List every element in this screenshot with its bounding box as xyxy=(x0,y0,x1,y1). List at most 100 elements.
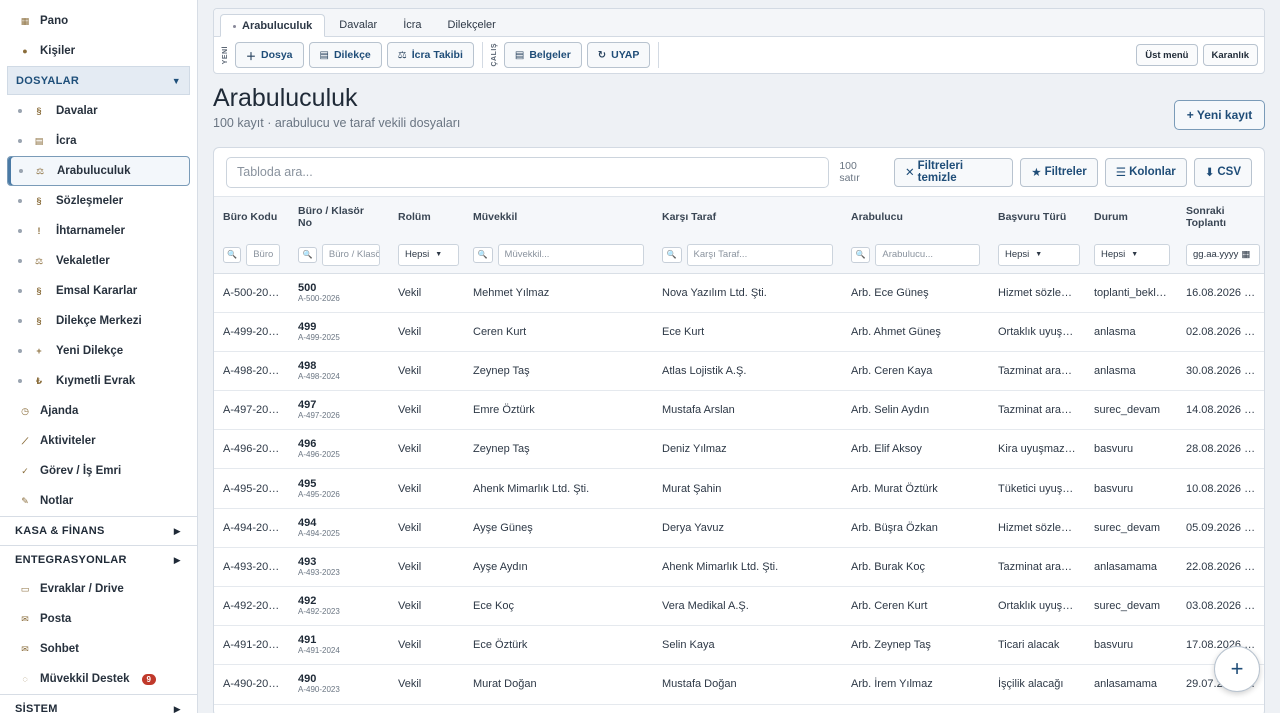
table-row[interactable]: A-491-2024 491 A-491-2024 Vekil Ece Öztürk Se… xyxy=(214,625,1264,666)
column-header[interactable]: Durum xyxy=(1085,197,1177,237)
buro-code-cell: A-492-2023 xyxy=(214,586,289,627)
download-icon: ⬇ xyxy=(1204,167,1215,179)
filter-role-select[interactable]: Hepsi ▼ xyxy=(398,243,459,266)
filter-status-select[interactable]: Hepsi ▼ xyxy=(1094,243,1170,266)
filter-date-input[interactable]: gg.aa.yyyy ▦ xyxy=(1186,243,1260,266)
sidebar-section-dosyalar[interactable]: DOSYALAR ▼ xyxy=(7,66,190,95)
table-row[interactable]: A-497-2026 497 A-497-2026 Vekil Emre Öztürk M… xyxy=(214,390,1264,431)
new-file-button[interactable]: ＋ Dosya xyxy=(235,42,304,68)
column-header[interactable]: Karşı Taraf xyxy=(653,197,842,237)
opponent-cell: Ahenk Mimarlık Ltd. Şti. xyxy=(653,547,842,588)
folder-no: 490 xyxy=(298,673,317,686)
new-petition-button[interactable]: ▤ Dilekçe xyxy=(308,42,382,68)
filter-cell: Hepsi ▼ xyxy=(1085,237,1177,274)
client-cell: Ayşe Aydın xyxy=(464,547,653,588)
filters-button[interactable]: ★ Filtreler xyxy=(1020,157,1098,187)
search-icon[interactable]: 🔍 xyxy=(298,246,317,263)
sidebar-item-posta[interactable]: ✉ Posta xyxy=(0,604,197,634)
sidebar-item-pano[interactable]: ▦ Pano xyxy=(0,6,197,36)
tab-icra[interactable]: İcra xyxy=(391,14,433,36)
sidebar-item-davalar[interactable]: § Davalar xyxy=(0,96,197,126)
bullet-icon xyxy=(18,289,22,293)
uyap-button[interactable]: ↻ UYAP xyxy=(586,42,651,68)
chevron-down-icon: ▼ xyxy=(171,75,181,86)
table-row[interactable]: A-500-2026 500 A-500-2026 Vekil Mehmet Yılma… xyxy=(214,273,1264,313)
support-icon: ◌ xyxy=(22,674,28,684)
folder-no-cell: 494 A-494-2025 xyxy=(289,508,389,548)
clear-filters-button[interactable]: ✕ Filtreleri temizle xyxy=(894,157,1014,187)
sidebar-item-label: Notlar xyxy=(40,495,74,507)
warning-icon: ! xyxy=(37,226,41,236)
filter-row: 🔍 Büro 🔍 Büro / Klasör Hepsi ▼ 🔍 Müvekkil...… xyxy=(214,237,1264,274)
new-record-button[interactable]: + Yeni kayıt xyxy=(1174,100,1265,130)
next-meeting-cell: 02.08.2026 10:00 xyxy=(1177,312,1264,352)
sidebar-item-arabuluculuk[interactable]: ⚖ Arabuluculuk xyxy=(7,156,190,186)
tab-arabuluculuk[interactable]: Arabuluculuk xyxy=(220,14,326,37)
tab-davalar[interactable]: Davalar xyxy=(327,14,389,36)
table-row[interactable]: A-498-2024 498 A-498-2024 Vekil Zeynep Taş At… xyxy=(214,351,1264,392)
sidebar-section-label: SİSTEM xyxy=(15,703,58,713)
table-row[interactable]: A-492-2023 492 A-492-2023 Vekil Ece Koç Vera … xyxy=(214,586,1264,627)
sidebar-item-notlar[interactable]: ✎ Notlar xyxy=(0,486,197,516)
top-menu-button[interactable]: Üst menü xyxy=(1136,44,1198,66)
sidebar-section-sistem[interactable]: SİSTEM ▶ xyxy=(0,694,197,713)
tab-dilekceler[interactable]: Dilekçeler xyxy=(436,14,508,36)
table-row[interactable]: A-494-2025 494 A-494-2025 Vekil Ayşe Güneş De… xyxy=(214,508,1264,548)
dark-mode-button[interactable]: Karanlık xyxy=(1202,44,1258,66)
filter-klasor-input[interactable]: Büro / Klasör xyxy=(321,243,380,266)
sidebar-item-emsal-kararlar[interactable]: § Emsal Kararlar xyxy=(0,276,197,306)
sidebar-item-dilekçe-merkezi[interactable]: § Dilekçe Merkezi xyxy=(0,306,197,336)
column-header[interactable]: Başvuru Türü xyxy=(989,197,1085,237)
sidebar-item-vekaletler[interactable]: ⚖ Vekaletler xyxy=(0,246,197,276)
client-cell: Emre Öztürk xyxy=(464,390,653,431)
search-icon[interactable]: 🔍 xyxy=(223,246,242,263)
folder-code: A-497-2026 xyxy=(298,411,340,421)
floating-add-button[interactable]: + xyxy=(1214,646,1260,692)
filter-mediator-input[interactable]: Arabulucu... xyxy=(875,243,980,266)
folder-code: A-491-2024 xyxy=(298,646,340,656)
table-row[interactable]: A-490-2023 490 A-490-2023 Vekil Murat Doğan M… xyxy=(214,664,1264,705)
column-header[interactable]: Sonraki Toplantı xyxy=(1177,197,1264,237)
filter-type-select[interactable]: Hepsi ▼ xyxy=(998,243,1080,266)
sidebar-item-kıymetli-evrak[interactable]: ₺ Kıymetli Evrak xyxy=(0,366,197,396)
buro-code-cell: A-493-2023 xyxy=(214,547,289,588)
folder-no-cell: 492 A-492-2023 xyxy=(289,586,389,627)
type-cell: Hizmet sözleşmesi xyxy=(989,273,1085,313)
new-enforcement-button[interactable]: ⚖ İcra Takibi xyxy=(386,42,474,68)
table-row[interactable]: A-495-2026 495 A-495-2026 Vekil Ahenk Mimarl… xyxy=(214,468,1264,509)
search-icon[interactable]: 🔍 xyxy=(662,246,682,263)
sidebar-item-yeni-dilekçe[interactable]: + Yeni Dilekçe xyxy=(0,336,197,366)
sidebar-item-müvekkil-destek[interactable]: ◌ Müvekkil Destek 9 xyxy=(0,664,197,694)
sidebar-item-sohbet[interactable]: ✉ Sohbet xyxy=(0,634,197,664)
sidebar-item-sözleşmeler[interactable]: § Sözleşmeler xyxy=(0,186,197,216)
column-header[interactable]: Arabulucu xyxy=(842,197,989,237)
filter-buro-input[interactable]: Büro xyxy=(246,243,280,266)
columns-button[interactable]: ☰ Kolonlar xyxy=(1104,157,1187,187)
status-cell: anlasamama xyxy=(1085,664,1177,705)
csv-button[interactable]: ⬇ CSV xyxy=(1193,157,1252,187)
refresh-icon: ↻ xyxy=(597,49,607,61)
table-search-input[interactable] xyxy=(226,156,830,188)
sidebar-item-ajanda[interactable]: ◷ Ajanda xyxy=(0,396,197,426)
column-header[interactable]: Büro / Klasör No xyxy=(289,197,389,237)
sidebar-item-evraklar-drive[interactable]: ▭ Evraklar / Drive xyxy=(0,574,197,604)
sidebar-item-i-cra[interactable]: ▤ İcra xyxy=(0,126,197,156)
opponent-cell: Mustafa Arslan xyxy=(653,390,842,431)
column-header[interactable]: Müvekkil xyxy=(464,197,653,237)
sidebar-item-aktiviteler[interactable]: ⟋ Aktiviteler xyxy=(0,426,197,456)
column-header[interactable]: Rolüm xyxy=(389,197,464,237)
sidebar-item-kişiler[interactable]: ● Kişiler xyxy=(0,36,197,66)
sidebar-item-i-htarnameler[interactable]: ! İhtarnameler xyxy=(0,216,197,246)
sidebar-section-entegrasyonlar[interactable]: ENTEGRASYONLAR ▶ xyxy=(0,545,197,574)
sidebar-section-kasa[interactable]: KASA & FİNANS ▶ xyxy=(0,516,197,545)
sidebar-item-görev-i-ş-emri[interactable]: ✓ Görev / İş Emri xyxy=(0,456,197,486)
table-row[interactable]: A-493-2023 493 A-493-2023 Vekil Ayşe Aydın Ah… xyxy=(214,547,1264,588)
filter-client-input[interactable]: Müvekkil... xyxy=(497,243,644,266)
search-icon[interactable]: 🔍 xyxy=(851,246,871,263)
column-header[interactable]: Büro Kodu xyxy=(214,197,289,237)
search-icon[interactable]: 🔍 xyxy=(473,246,493,263)
documents-button[interactable]: ▤ Belgeler xyxy=(503,42,582,68)
filter-opponent-input[interactable]: Karşı Taraf... xyxy=(686,243,833,266)
table-row[interactable]: A-496-2025 496 A-496-2025 Vekil Zeynep Taş De… xyxy=(214,429,1264,470)
table-row[interactable]: A-499-2025 499 A-499-2025 Vekil Ceren Kurt Ec… xyxy=(214,312,1264,352)
